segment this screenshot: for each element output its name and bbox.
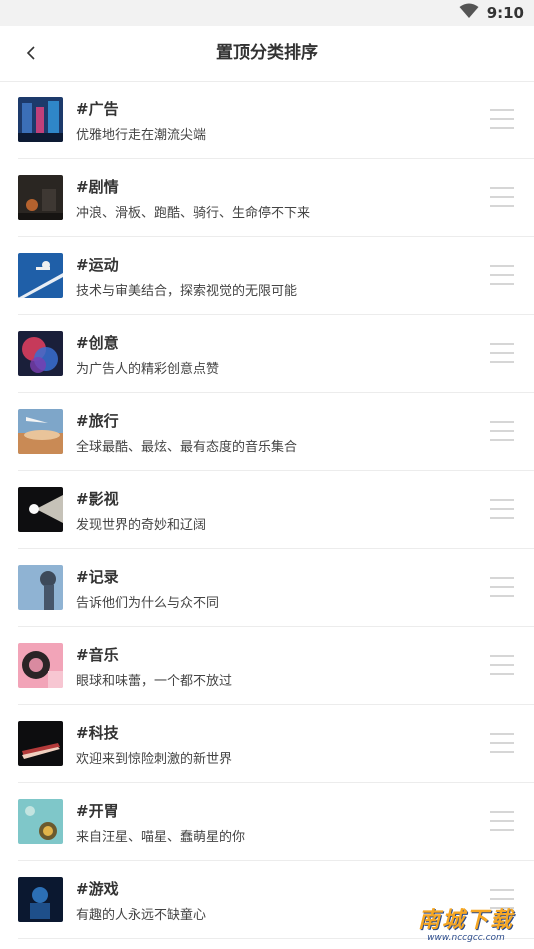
- category-thumbnail: [18, 97, 63, 142]
- drag-handle-icon[interactable]: [490, 889, 514, 909]
- category-description: 发现世界的奇妙和辽阔: [76, 518, 207, 533]
- back-button[interactable]: [18, 40, 46, 68]
- category-description: 优雅地行走在潮流尖端: [76, 128, 207, 143]
- category-title: #影视: [76, 490, 119, 508]
- category-title: #记录: [76, 568, 119, 586]
- wifi-icon: [459, 3, 479, 23]
- category-description: 冲浪、滑板、跑酷、骑行、生命停不下来: [76, 206, 311, 221]
- category-row-creative[interactable]: #创意 为广告人的精彩创意点赞: [18, 315, 534, 393]
- category-description: 欢迎来到惊险刺激的新世界: [76, 752, 233, 767]
- status-bar: 9:10: [0, 0, 534, 26]
- category-row-music[interactable]: #音乐 眼球和味蕾，一个都不放过: [18, 627, 534, 705]
- category-title: #游戏: [76, 880, 119, 898]
- category-title: #运动: [76, 256, 119, 274]
- drag-handle-icon[interactable]: [490, 343, 514, 363]
- category-thumbnail: [18, 487, 63, 532]
- category-row-ad[interactable]: #广告 优雅地行走在潮流尖端: [18, 81, 534, 159]
- category-row-drama[interactable]: #剧情 冲浪、滑板、跑酷、骑行、生命停不下来: [18, 159, 534, 237]
- category-description: 眼球和味蕾，一个都不放过: [76, 674, 233, 689]
- category-row-travel[interactable]: #旅行 全球最酷、最炫、最有态度的音乐集合: [18, 393, 534, 471]
- watermark-text: 南城下载: [417, 908, 514, 933]
- category-thumbnail: [18, 799, 63, 844]
- drag-handle-icon[interactable]: [490, 109, 514, 129]
- category-title: #广告: [76, 100, 119, 118]
- category-row-film[interactable]: #影视 发现世界的奇妙和辽阔: [18, 471, 534, 549]
- category-description: 技术与审美结合，探索视觉的无限可能: [76, 284, 298, 299]
- category-description: 为广告人的精彩创意点赞: [76, 362, 220, 377]
- category-row-tech[interactable]: #科技 欢迎来到惊险刺激的新世界: [18, 705, 534, 783]
- category-title: #创意: [76, 334, 119, 352]
- status-right: 9:10: [459, 0, 524, 26]
- category-title: #音乐: [76, 646, 119, 664]
- category-thumbnail: [18, 565, 63, 610]
- category-description: 全球最酷、最炫、最有态度的音乐集合: [76, 440, 298, 455]
- drag-handle-icon[interactable]: [490, 655, 514, 675]
- drag-handle-icon[interactable]: [490, 421, 514, 441]
- page-title: 置顶分类排序: [216, 43, 318, 63]
- watermark-logo: 南城下载 www.nccgcc.com: [406, 909, 526, 945]
- category-thumbnail: [18, 331, 63, 376]
- drag-handle-icon[interactable]: [490, 499, 514, 519]
- drag-handle-icon[interactable]: [490, 733, 514, 753]
- category-description: 有趣的人永远不缺童心: [76, 908, 207, 923]
- category-row-appetizer[interactable]: #开胃 来自汪星、喵星、蠢萌星的你: [18, 783, 534, 861]
- category-title: #剧情: [76, 178, 119, 196]
- category-title: #科技: [76, 724, 119, 742]
- drag-handle-icon[interactable]: [490, 811, 514, 831]
- category-thumbnail: [18, 643, 63, 688]
- nav-bar: 置顶分类排序: [0, 26, 534, 82]
- category-thumbnail: [18, 409, 63, 454]
- category-description: 告诉他们为什么与众不同: [76, 596, 220, 611]
- category-thumbnail: [18, 253, 63, 298]
- category-thumbnail: [18, 877, 63, 922]
- category-list: #广告 优雅地行走在潮流尖端 #剧情 冲浪、滑板、跑酷、骑行、生命停不下来 #运…: [0, 81, 534, 939]
- watermark-url: www.nccgcc.com: [427, 933, 505, 943]
- drag-handle-icon[interactable]: [490, 577, 514, 597]
- category-thumbnail: [18, 721, 63, 766]
- category-title: #旅行: [76, 412, 119, 430]
- category-title: #开胃: [76, 802, 119, 820]
- drag-handle-icon[interactable]: [490, 187, 514, 207]
- category-description: 来自汪星、喵星、蠢萌星的你: [76, 830, 246, 845]
- chevron-left-icon: [26, 45, 38, 64]
- status-time: 9:10: [486, 4, 524, 22]
- drag-handle-icon[interactable]: [490, 265, 514, 285]
- category-row-record[interactable]: #记录 告诉他们为什么与众不同: [18, 549, 534, 627]
- category-thumbnail: [18, 175, 63, 220]
- category-row-sport[interactable]: #运动 技术与审美结合，探索视觉的无限可能: [18, 237, 534, 315]
